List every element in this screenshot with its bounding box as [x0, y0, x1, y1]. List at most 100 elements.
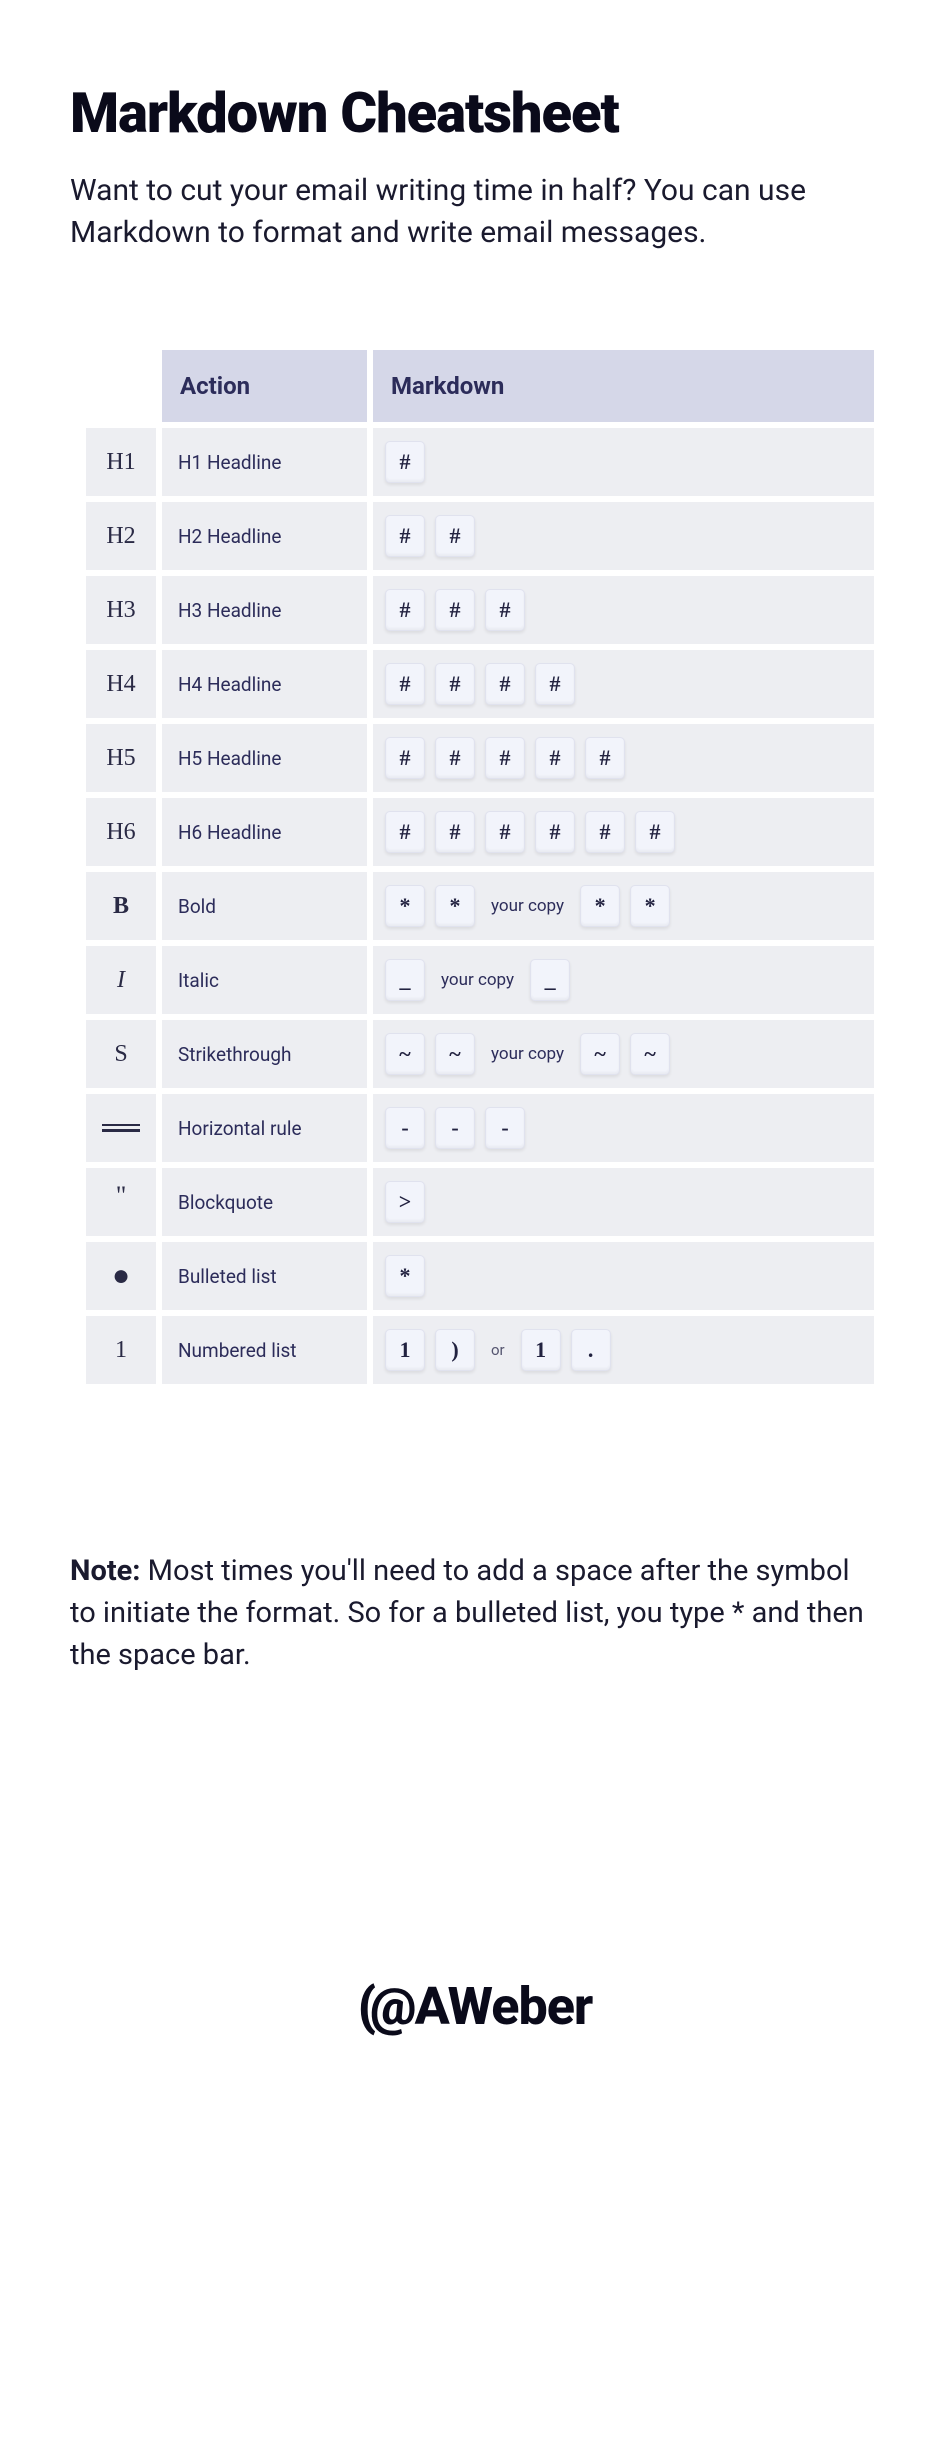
logo-text: AWeber	[415, 1976, 593, 2037]
row-action: Numbered list	[162, 1316, 367, 1384]
keyboard-key: #	[435, 663, 475, 705]
placeholder-text: your copy	[485, 1044, 570, 1064]
row-icon-glyph: S	[114, 1041, 127, 1067]
table-row: " Blockquote >	[86, 1168, 874, 1236]
key-sequence: 1)or1.	[385, 1329, 862, 1371]
key-sequence: >	[385, 1181, 862, 1223]
keyboard-key: #	[385, 589, 425, 631]
table-row: H4 H4 Headline ####	[86, 650, 874, 718]
keyboard-key: 1	[521, 1329, 561, 1371]
keyboard-key: *	[385, 885, 425, 927]
keyboard-key: ~	[580, 1033, 620, 1075]
keyboard-key: #	[385, 737, 425, 779]
row-icon-glyph: I	[117, 967, 125, 993]
table-row: 1Numbered list1)or1.	[86, 1316, 874, 1384]
row-icon: 1	[86, 1316, 156, 1384]
row-markdown: *	[373, 1242, 874, 1310]
row-icon-glyph: ●	[112, 1259, 130, 1292]
note-body: Most times you'll need to add a space af…	[70, 1554, 864, 1672]
row-action: H4 Headline	[162, 650, 367, 718]
row-icon-glyph: H2	[106, 523, 135, 549]
keyboard-key: #	[635, 811, 675, 853]
table-row: H1H1 Headline#	[86, 428, 874, 496]
row-markdown: >	[373, 1168, 874, 1236]
key-sequence: #####	[385, 737, 862, 779]
aweber-logo: (@AWeber	[358, 1976, 593, 2037]
row-icon-glyph: H1	[106, 449, 135, 475]
row-markdown: ####	[373, 650, 874, 718]
row-icon-glyph: B	[113, 893, 129, 919]
keyboard-key: #	[485, 811, 525, 853]
row-markdown: ---	[373, 1094, 874, 1162]
row-icon: H4	[86, 650, 156, 718]
keyboard-key: #	[585, 737, 625, 779]
key-sequence: _your copy_	[385, 959, 862, 1001]
row-action: Strikethrough	[162, 1020, 367, 1088]
key-sequence: *	[385, 1255, 862, 1297]
keyboard-key: #	[435, 811, 475, 853]
keyboard-key: -	[485, 1107, 525, 1149]
keyboard-key: #	[435, 737, 475, 779]
row-markdown: ##	[373, 502, 874, 570]
keyboard-key: #	[485, 663, 525, 705]
row-markdown: #	[373, 428, 874, 496]
keyboard-key: #	[385, 441, 425, 483]
keyboard-key: #	[535, 737, 575, 779]
row-icon-glyph: H4	[106, 671, 135, 697]
keyboard-key: ~	[385, 1033, 425, 1075]
keyboard-key: #	[485, 589, 525, 631]
row-action: H2 Headline	[162, 502, 367, 570]
table-row: SStrikethrough~~your copy~~	[86, 1020, 874, 1088]
header-markdown: Markdown	[373, 350, 874, 422]
keyboard-key: ~	[630, 1033, 670, 1075]
row-icon: H2	[86, 502, 156, 570]
row-icon: I	[86, 946, 156, 1014]
row-icon: ●	[86, 1242, 156, 1310]
key-sequence: #	[385, 441, 862, 483]
logo-wrap: (@AWeber	[70, 1976, 880, 2037]
keyboard-key: .	[571, 1329, 611, 1371]
row-markdown: ###	[373, 576, 874, 644]
keyboard-key: *	[435, 885, 475, 927]
keyboard-key: #	[385, 515, 425, 557]
keyboard-key: *	[580, 885, 620, 927]
row-icon-glyph: H3	[106, 597, 135, 623]
key-sequence: ####	[385, 663, 862, 705]
table-row: H2 H2 Headline##	[86, 502, 874, 570]
document-page: Markdown Cheatsheet Want to cut your ema…	[0, 0, 950, 2097]
row-icon: "	[86, 1168, 156, 1236]
cheatsheet-table-wrap: Action Markdown H1H1 Headline#H2H2 Headl…	[80, 344, 880, 1390]
keyboard-key: *	[385, 1255, 425, 1297]
keyboard-key: #	[385, 811, 425, 853]
row-action: Blockquote	[162, 1168, 367, 1236]
row-icon-glyph: H5	[106, 745, 135, 771]
row-action: Bold	[162, 872, 367, 940]
key-sequence: ###	[385, 589, 862, 631]
key-sequence: ~~your copy~~	[385, 1033, 862, 1075]
row-action: H6 Headline	[162, 798, 367, 866]
row-markdown: #####	[373, 724, 874, 792]
row-icon-glyph: 1	[115, 1337, 127, 1363]
keyboard-key: ~	[435, 1033, 475, 1075]
placeholder-text: your copy	[435, 970, 520, 990]
row-icon-glyph: "	[116, 1181, 127, 1210]
key-sequence: ---	[385, 1107, 862, 1149]
row-markdown: ~~your copy~~	[373, 1020, 874, 1088]
horizontal-rule-icon	[102, 1121, 140, 1135]
row-icon: H3	[86, 576, 156, 644]
row-markdown: ######	[373, 798, 874, 866]
keyboard-key: >	[385, 1181, 425, 1223]
note-text: Note: Most times you'll need to add a sp…	[70, 1550, 880, 1676]
row-icon	[86, 1094, 156, 1162]
table-row: ●Bulleted list*	[86, 1242, 874, 1310]
or-separator: or	[485, 1341, 511, 1359]
row-icon-glyph: H6	[106, 819, 135, 845]
key-sequence: **your copy**	[385, 885, 862, 927]
table-row: BBold**your copy**	[86, 872, 874, 940]
placeholder-text: your copy	[485, 896, 570, 916]
keyboard-key: #	[385, 663, 425, 705]
key-sequence: ######	[385, 811, 862, 853]
row-icon: H5	[86, 724, 156, 792]
table-row: H6 H6 Headline ######	[86, 798, 874, 866]
row-markdown: **your copy**	[373, 872, 874, 940]
